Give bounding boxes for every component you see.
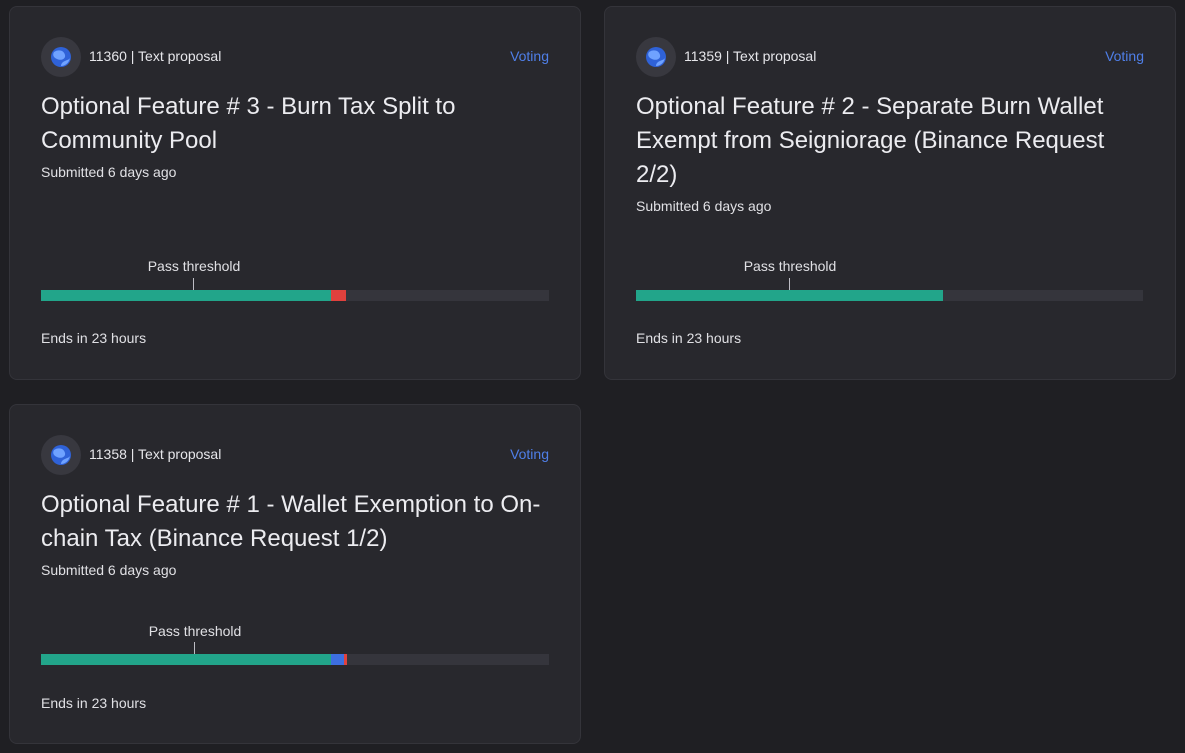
vote-no-segment xyxy=(330,290,346,301)
vote-yes-segment xyxy=(41,654,332,665)
terra-planet-icon xyxy=(41,435,81,475)
vote-yes-segment xyxy=(636,290,943,301)
threshold-label: Pass threshold xyxy=(743,258,837,274)
end-time: Ends in 23 hours xyxy=(41,695,147,711)
threshold-label: Pass threshold xyxy=(147,258,241,274)
proposal-header: 11360 | Text proposal Voting xyxy=(41,37,549,77)
vote-yes-segment xyxy=(41,290,331,301)
proposal-meta: 11359 | Text proposal xyxy=(684,48,817,64)
threshold-marker xyxy=(789,278,790,290)
proposal-header: 11359 | Text proposal Voting xyxy=(636,37,1144,77)
status-badge[interactable]: Voting xyxy=(510,446,549,462)
proposal-title[interactable]: Optional Feature # 3 - Burn Tax Split to… xyxy=(41,90,552,158)
submitted-time: Submitted 6 days ago xyxy=(41,164,177,180)
end-time: Ends in 23 hours xyxy=(41,330,147,346)
submitted-time: Submitted 6 days ago xyxy=(41,562,177,578)
proposal-title[interactable]: Optional Feature # 1 - Wallet Exemption … xyxy=(41,488,552,556)
proposal-title[interactable]: Optional Feature # 2 - Separate Burn Wal… xyxy=(636,90,1147,192)
vote-progress-bar xyxy=(41,290,549,301)
status-badge[interactable]: Voting xyxy=(1105,48,1144,64)
proposal-card-11358[interactable]: 11358 | Text proposal Voting Optional Fe… xyxy=(9,404,581,744)
threshold-label: Pass threshold xyxy=(148,623,242,639)
proposal-card-11360[interactable]: 11360 | Text proposal Voting Optional Fe… xyxy=(9,6,581,380)
threshold-marker xyxy=(194,642,195,654)
terra-planet-icon xyxy=(41,37,81,77)
terra-planet-icon xyxy=(636,37,676,77)
proposal-card-11359[interactable]: 11359 | Text proposal Voting Optional Fe… xyxy=(604,6,1176,380)
vote-abstain-segment xyxy=(331,654,345,665)
end-time: Ends in 23 hours xyxy=(636,330,742,346)
vote-progress-bar xyxy=(41,654,549,665)
status-badge[interactable]: Voting xyxy=(510,48,549,64)
submitted-time: Submitted 6 days ago xyxy=(636,198,772,214)
vote-no-segment xyxy=(344,654,348,665)
vote-progress-bar xyxy=(636,290,1143,301)
proposal-header: 11358 | Text proposal Voting xyxy=(41,435,549,475)
proposal-meta: 11358 | Text proposal xyxy=(89,446,222,462)
proposal-meta: 11360 | Text proposal xyxy=(89,48,222,64)
threshold-marker xyxy=(193,278,194,290)
